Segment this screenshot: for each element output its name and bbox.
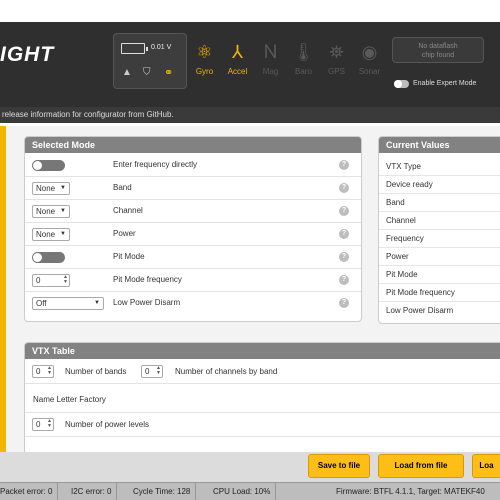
dropdown-arrow-icon: ▼ (60, 208, 66, 214)
cv-device-ready: Device ready (379, 176, 500, 194)
help-icon[interactable]: ? (339, 252, 349, 262)
battery-voltage: 0.01 V (151, 44, 172, 51)
row-channel: None ▼ Channel ? (25, 200, 361, 223)
help-icon[interactable]: ? (339, 183, 349, 193)
accel-icon: ⅄ (232, 42, 243, 62)
spinner-icon[interactable]: ▲ ▼ (47, 419, 52, 429)
current-values-title: Current Values (379, 137, 500, 153)
load-button-partial[interactable]: Loa (472, 454, 500, 478)
name-letter-factory-header: Name Letter Factory (33, 395, 106, 404)
band-select[interactable]: None ▼ (32, 182, 70, 195)
app-logo: IGHT (0, 43, 55, 66)
selected-mode-panel: Selected Mode Enter frequency directly ?… (24, 136, 362, 322)
cv-pit-mode: Pit Mode (379, 266, 500, 284)
cpu-load-status: CPU Load: 10% (208, 483, 277, 500)
pit-mode-frequency-input[interactable]: 0 ▲ ▼ (32, 274, 70, 287)
row-name-letter-factory: Name Letter Factory (25, 384, 500, 413)
battery-icon (121, 43, 148, 54)
spinner-icon[interactable]: ▲ ▼ (63, 275, 68, 285)
parachute-icon: ⛉ (143, 67, 151, 78)
sensor-baro: 🌡 Baro (287, 33, 320, 89)
power-select[interactable]: None ▼ (32, 228, 70, 241)
cycle-time-status: Cycle Time: 128 (128, 483, 197, 500)
gps-icon: ⛯ (329, 42, 344, 62)
cv-power: Power (379, 248, 500, 266)
sensor-indicators: ⚛ Gyro ⅄ Accel Ｎ Mag 🌡 Baro ⛯ GPS ◉ Sona… (188, 33, 386, 89)
expert-mode-toggle[interactable] (394, 80, 409, 88)
top-header: IGHT 0.01 V ▲ ⛉ ⚭ ⚛ Gyro ⅄ Accel Ｎ Mag 🌡… (0, 0, 500, 107)
cv-pit-mode-frequency: Pit Mode frequency (379, 284, 500, 302)
bottom-toolbar: Save to file Load from file Loa (0, 452, 500, 482)
cv-low-power-disarm: Low Power Disarm (386, 306, 454, 315)
dataflash-status: No dataflash chip found (392, 37, 484, 63)
vtx-table-title: VTX Table (25, 343, 500, 359)
cv-frequency: Frequency (379, 230, 500, 248)
row-enter-frequency: Enter frequency directly ? (25, 154, 361, 177)
info-bar: release information for configurator fro… (0, 107, 500, 123)
row-pit-mode-frequency: 0 ▲ ▼ Pit Mode frequency ? (25, 269, 361, 292)
spinner-icon[interactable]: ▲ ▼ (156, 366, 161, 376)
sensor-accel: ⅄ Accel (221, 33, 254, 89)
baro-icon: 🌡 (292, 42, 315, 62)
help-icon[interactable]: ? (339, 206, 349, 216)
help-icon[interactable]: ? (339, 160, 349, 170)
current-values-panel: Current Values VTX Type Device ready Ban… (378, 136, 500, 324)
enter-frequency-toggle[interactable] (32, 160, 65, 171)
channels-by-band-input[interactable]: 0 ▲ ▼ (141, 365, 163, 378)
row-low-power-disarm: Off ▼ Low Power Disarm ? (25, 292, 361, 315)
dropdown-arrow-icon: ▼ (60, 231, 66, 237)
cv-band: Band (379, 194, 500, 212)
cv-vtx-type: VTX Type (379, 158, 500, 176)
row-pit-mode: Pit Mode ? (25, 246, 361, 269)
vtx-table-panel: VTX Table 0 ▲ ▼ Number of bands 0 ▲ ▼ Numb… (24, 342, 500, 462)
spinner-icon[interactable]: ▲ ▼ (47, 366, 52, 376)
gyro-icon: ⚛ (196, 42, 213, 62)
row-power: None ▼ Power ? (25, 223, 361, 246)
sensor-gps: ⛯ GPS (320, 33, 353, 89)
header-top-strip (0, 0, 500, 22)
load-from-file-button[interactable]: Load from file (378, 454, 464, 478)
selected-mode-title: Selected Mode (25, 137, 361, 153)
save-to-file-button[interactable]: Save to file (308, 454, 370, 478)
row-band: None ▼ Band ? (25, 177, 361, 200)
channel-select[interactable]: None ▼ (32, 205, 70, 218)
sensor-sonar: ◉ Sonar (353, 33, 386, 89)
number-of-bands-input[interactable]: 0 ▲ ▼ (32, 365, 54, 378)
help-icon[interactable]: ? (339, 298, 349, 308)
help-icon[interactable]: ? (339, 275, 349, 285)
sensor-mag: Ｎ Mag (254, 33, 287, 89)
mag-icon: Ｎ (261, 42, 280, 62)
status-bar: Packet error: 0 I2C error: 0 Cycle Time:… (0, 482, 500, 500)
warning-icon: ▲ (122, 67, 132, 78)
sensor-gyro: ⚛ Gyro (188, 33, 221, 89)
dropdown-arrow-icon: ▼ (60, 185, 66, 191)
link-icon: ⚭ (164, 67, 174, 79)
row-number-of-bands: 0 ▲ ▼ Number of bands 0 ▲ ▼ Number of chan… (25, 360, 500, 384)
dropdown-arrow-icon: ▼ (94, 300, 100, 306)
battery-panel: 0.01 V ▲ ⛉ ⚭ (113, 33, 187, 89)
power-levels-input[interactable]: 0 ▲ ▼ (32, 418, 54, 431)
help-icon[interactable]: ? (339, 229, 349, 239)
firmware-status: Firmware: BTFL 4.1.1, Target: MATEKF40 (336, 487, 485, 496)
row-power-levels: 0 ▲ ▼ Number of power levels (25, 413, 500, 437)
sonar-icon: ◉ (361, 42, 378, 62)
packet-error-status: Packet error: 0 (0, 483, 59, 500)
vtx-content: Selected Mode Enter frequency directly ?… (6, 126, 500, 462)
cv-channel: Channel (379, 212, 500, 230)
i2c-error-status: I2C error: 0 (66, 483, 118, 500)
pit-mode-toggle[interactable] (32, 252, 65, 263)
low-power-disarm-select[interactable]: Off ▼ (32, 297, 104, 310)
expert-mode-label: Enable Expert Mode (413, 80, 477, 87)
